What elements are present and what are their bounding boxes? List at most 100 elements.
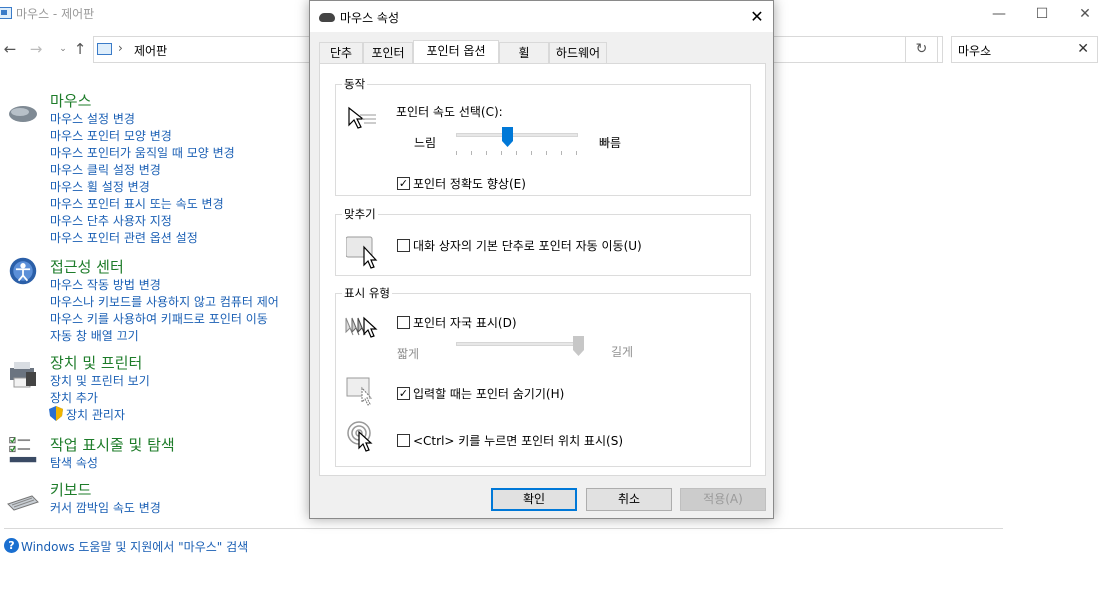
tick <box>471 151 472 155</box>
tab-wheel[interactable]: 휠 <box>499 42 549 63</box>
check-mark-icon: ✓ <box>398 387 409 400</box>
minimize-button[interactable]: — <box>977 2 1021 28</box>
slider-track <box>456 342 578 346</box>
ok-button[interactable]: 확인 <box>491 488 577 511</box>
mouse-icon <box>9 106 37 122</box>
trails-length-slider[interactable] <box>454 334 584 364</box>
show-location-label[interactable]: <Ctrl> 키를 누르면 포인터 위치 표시(S) <box>413 432 623 449</box>
pointer-speed-icon <box>348 106 376 129</box>
link-click-settings[interactable]: 마우스 클릭 설정 변경 <box>50 161 161 178</box>
link-pointer-speed[interactable]: 마우스 포인터 표시 또는 속도 변경 <box>50 195 224 212</box>
printer-icon <box>10 362 36 388</box>
category-title[interactable]: 접근성 센터 <box>50 256 124 277</box>
category-title[interactable]: 장치 및 프린터 <box>50 352 142 373</box>
snap-to-icon <box>346 236 378 269</box>
tick <box>531 151 532 155</box>
help-search-link[interactable]: Windows 도움말 및 지원에서 "마우스" 검색 <box>21 538 248 555</box>
fast-label: 빠름 <box>599 136 622 150</box>
category-title[interactable]: 마우스 <box>50 90 91 111</box>
snap-checkbox[interactable] <box>397 239 410 252</box>
link-button-customize[interactable]: 마우스 단추 사용자 지정 <box>50 212 172 229</box>
dialog-title: 마우스 속성 <box>340 11 400 25</box>
divider <box>4 528 1003 529</box>
link-control-without-mouse[interactable]: 마우스나 키보드를 사용하지 않고 컴퓨터 제어 <box>50 293 279 310</box>
hide-while-typing-checkbox[interactable]: ✓ <box>397 387 410 400</box>
link-add-device[interactable]: 장치 추가 <box>50 389 98 406</box>
snap-to-group: 맞추기 대화 상자의 기본 단추로 포인터 자동 이동(U) <box>335 206 751 276</box>
mouse-icon <box>319 13 335 22</box>
link-wheel-settings[interactable]: 마우스 휠 설정 변경 <box>50 178 150 195</box>
clear-search-icon[interactable]: ✕ <box>1077 41 1089 57</box>
search-input[interactable]: 마우스 ✕ <box>951 36 1098 63</box>
link-cursor-blink-rate[interactable]: 커서 깜박임 속도 변경 <box>50 499 161 516</box>
slow-label: 느림 <box>414 136 437 150</box>
tab-pointers[interactable]: 포인터 <box>363 42 413 63</box>
pointer-trails-icon <box>345 316 378 338</box>
cancel-button[interactable]: 취소 <box>586 488 672 511</box>
show-location-icon <box>347 421 373 452</box>
trails-label[interactable]: 포인터 자국 표시(D) <box>413 314 517 331</box>
hide-while-typing-label[interactable]: 입력할 때는 포인터 숨기기(H) <box>413 385 564 402</box>
motion-group: 동작 포인터 속도 선택(C): 느림 빠름 ✓ 포인터 정확도 향상(E) <box>335 76 751 196</box>
control-panel-icon <box>0 7 12 19</box>
tab-buttons[interactable]: 단추 <box>319 42 363 63</box>
close-button[interactable]: ✕ <box>1063 2 1105 28</box>
window-title: 마우스 - 제어판 <box>16 7 95 21</box>
link-mouse-settings[interactable]: 마우스 설정 변경 <box>50 110 135 127</box>
slider-thumb[interactable] <box>572 336 584 356</box>
mouse-properties-dialog: 마우스 속성 ✕ 단추 포인터 포인터 옵션 휠 하드웨어 동작 포인터 속도 … <box>309 0 774 519</box>
hide-pointer-icon <box>346 377 373 406</box>
tick <box>501 151 502 155</box>
check-mark-icon: ✓ <box>398 177 409 190</box>
link-device-manager[interactable]: 장치 관리자 <box>66 406 125 423</box>
search-value: 마우스 <box>958 44 992 58</box>
link-pointer-options[interactable]: 마우스 포인터 관련 옵션 설정 <box>50 229 198 246</box>
tab-hardware[interactable]: 하드웨어 <box>549 42 607 63</box>
show-location-checkbox[interactable] <box>397 434 410 447</box>
slider-thumb[interactable] <box>501 127 513 147</box>
tick <box>456 151 457 155</box>
refresh-button[interactable]: ↻ <box>905 36 938 63</box>
short-label: 짧게 <box>397 347 420 361</box>
dialog-close-button[interactable]: ✕ <box>741 1 773 32</box>
tab-pointer-options[interactable]: 포인터 옵션 <box>413 40 499 63</box>
link-view-devices[interactable]: 장치 및 프린터 보기 <box>50 372 150 389</box>
pointer-options-panel: 동작 포인터 속도 선택(C): 느림 빠름 ✓ 포인터 정확도 향상(E) 맞… <box>319 63 766 476</box>
keyboard-icon <box>7 495 39 511</box>
taskbar-icon <box>9 437 37 463</box>
speed-label: 포인터 속도 선택(C): <box>396 105 503 119</box>
link-pointer-appearance[interactable]: 마우스 포인터 모양 변경 <box>50 127 172 144</box>
trails-checkbox[interactable] <box>397 316 410 329</box>
back-button[interactable]: ← <box>0 38 20 60</box>
category-title[interactable]: 키보드 <box>50 479 91 500</box>
snap-label[interactable]: 대화 상자의 기본 단추로 포인터 자동 이동(U) <box>413 237 642 254</box>
pointer-speed-slider[interactable] <box>454 125 582 159</box>
dialog-title-bar: 마우스 속성 ✕ <box>310 1 773 32</box>
category-title[interactable]: 작업 표시줄 및 탐색 <box>50 434 175 455</box>
breadcrumb-control-panel[interactable]: 제어판 <box>134 42 167 59</box>
link-window-arrangement[interactable]: 자동 창 배열 끄기 <box>50 327 139 344</box>
forward-button[interactable]: → <box>26 38 46 60</box>
up-button[interactable]: ↑ <box>70 38 90 60</box>
link-mouse-keys[interactable]: 마우스 키를 사용하여 키패드로 포인터 이동 <box>50 310 268 327</box>
tick <box>516 151 517 155</box>
link-pointer-motion[interactable]: 마우스 포인터가 움직일 때 모양 변경 <box>50 144 235 161</box>
shield-icon <box>49 406 63 421</box>
group-label: 표시 유형 <box>342 285 392 301</box>
link-navigation-properties[interactable]: 탐색 속성 <box>50 454 98 471</box>
group-label: 동작 <box>342 76 368 92</box>
precision-checkbox[interactable]: ✓ <box>397 177 410 190</box>
maximize-button[interactable]: ☐ <box>1020 2 1064 28</box>
slider-track <box>456 133 578 137</box>
group-label: 맞추기 <box>342 206 378 222</box>
tick <box>546 151 547 155</box>
apply-button[interactable]: 적용(A) <box>680 488 766 511</box>
tick <box>486 151 487 155</box>
help-icon: ? <box>4 538 19 553</box>
precision-label[interactable]: 포인터 정확도 향상(E) <box>413 175 526 192</box>
long-label: 길게 <box>611 345 634 359</box>
link-mouse-operation[interactable]: 마우스 작동 방법 변경 <box>50 276 161 293</box>
breadcrumb-separator: › <box>118 41 123 55</box>
tick <box>576 151 577 155</box>
control-panel-icon <box>97 43 112 55</box>
